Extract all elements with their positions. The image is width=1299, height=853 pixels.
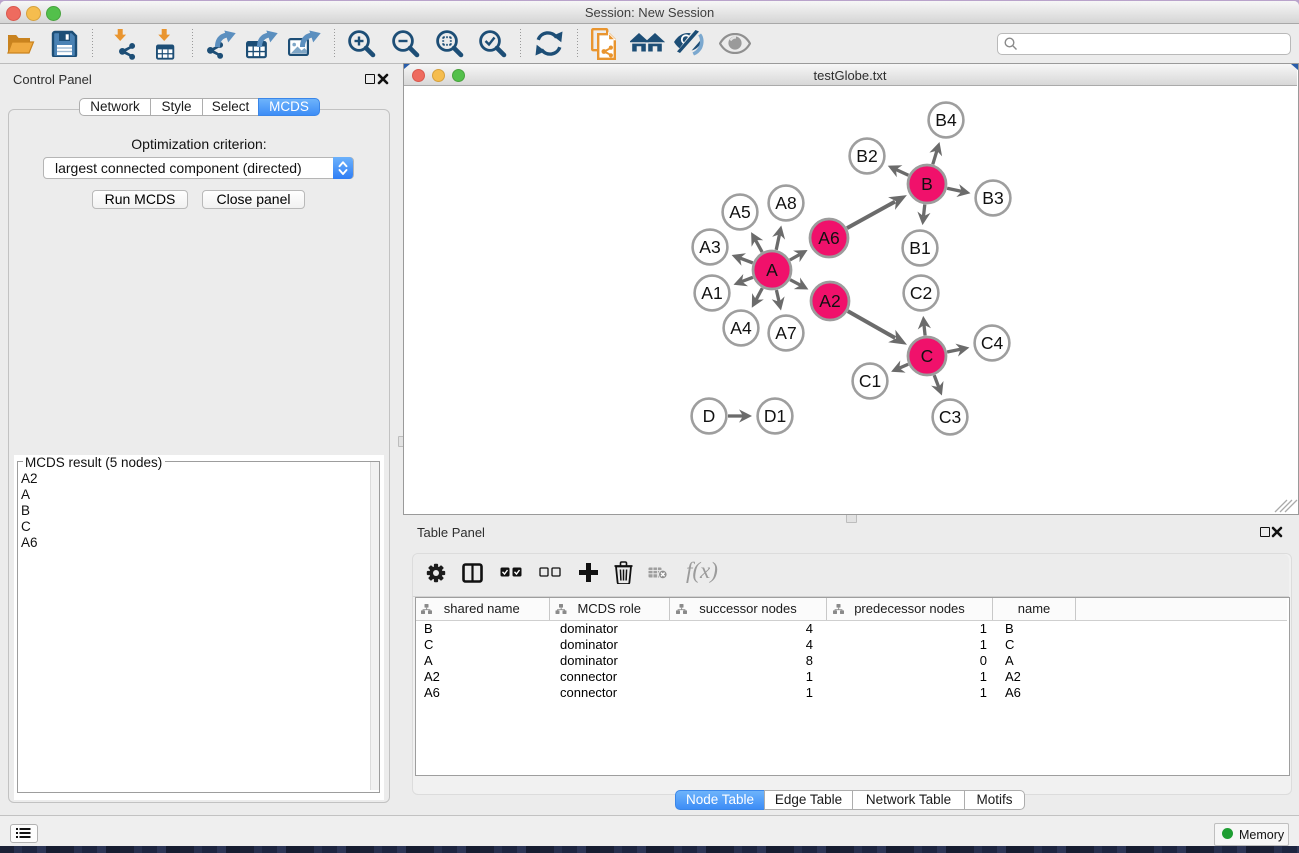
svg-text:D: D	[703, 406, 716, 426]
svg-text:C1: C1	[859, 371, 881, 391]
svg-text:A8: A8	[775, 193, 796, 213]
svg-text:A5: A5	[729, 202, 750, 222]
svg-text:C: C	[921, 346, 934, 366]
svg-text:A: A	[766, 260, 778, 280]
svg-text:A3: A3	[699, 237, 720, 257]
svg-text:B4: B4	[935, 110, 957, 130]
svg-text:C3: C3	[939, 407, 961, 427]
svg-text:A4: A4	[730, 318, 752, 338]
svg-text:B1: B1	[909, 238, 930, 258]
svg-text:A6: A6	[818, 228, 839, 248]
svg-text:A2: A2	[819, 291, 840, 311]
svg-text:A7: A7	[775, 323, 796, 343]
svg-text:A1: A1	[701, 283, 722, 303]
svg-text:B2: B2	[856, 146, 877, 166]
svg-text:B: B	[921, 174, 933, 194]
svg-text:D1: D1	[764, 406, 786, 426]
svg-text:C2: C2	[910, 283, 932, 303]
svg-text:C4: C4	[981, 333, 1004, 353]
svg-text:B3: B3	[982, 188, 1003, 208]
